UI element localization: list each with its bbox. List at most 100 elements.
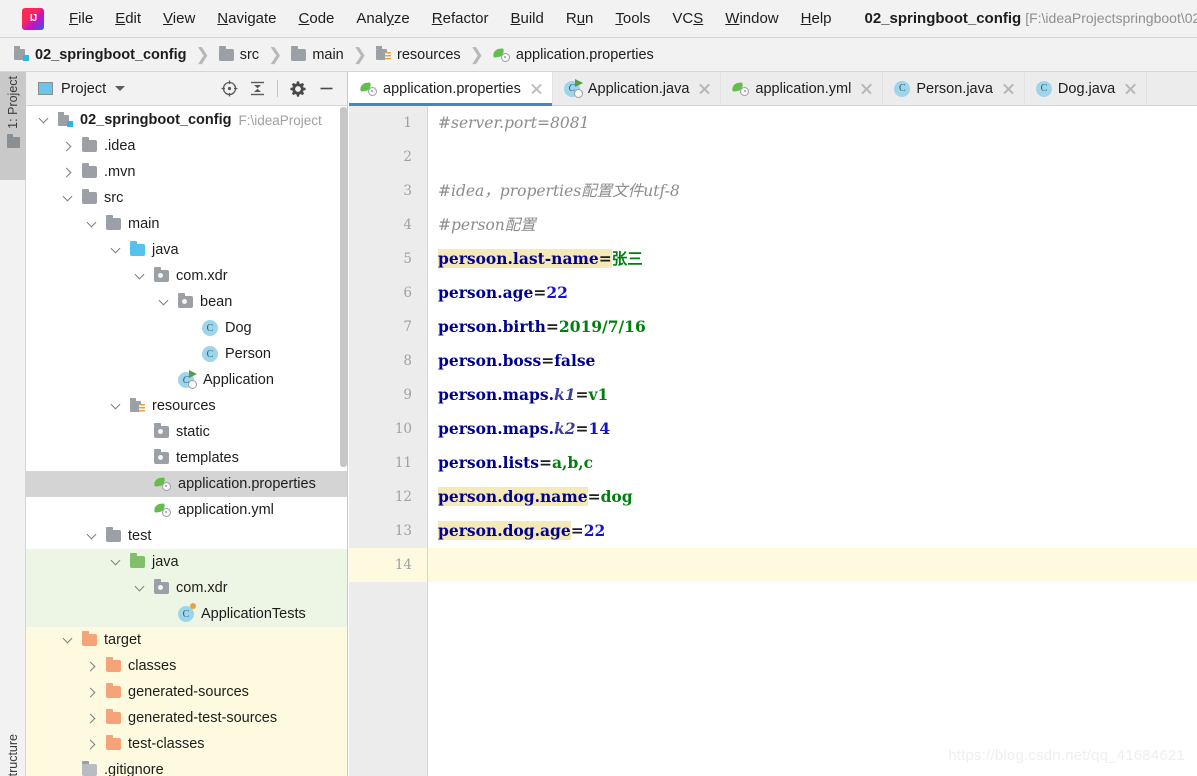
menu-item-window[interactable]: Window xyxy=(714,8,789,29)
breadcrumb-item-resources[interactable]: resources xyxy=(376,46,461,63)
editor-tab-person-java[interactable]: Person.java xyxy=(883,72,1025,105)
code-line[interactable]: person.lists=a,b,c xyxy=(428,446,1197,480)
editor-code-area[interactable]: 1 2 3 4 5 6 7 8 9 10 11 12 13 14 #server.port=8081 #i… xyxy=(349,106,1197,776)
tree-node-test-classes[interactable]: test-classes xyxy=(26,731,347,757)
code-line[interactable] xyxy=(428,140,1197,174)
menu-item-edit[interactable]: Edit xyxy=(104,8,152,29)
tree-node-target[interactable]: target xyxy=(26,627,347,653)
tree-node--idea[interactable]: .idea xyxy=(26,133,347,159)
code-line[interactable]: person.maps.k2=14 xyxy=(428,412,1197,446)
tree-node-static[interactable]: static xyxy=(26,419,347,445)
close-icon[interactable] xyxy=(530,82,543,95)
chevron-down-icon[interactable] xyxy=(115,86,126,91)
menu-item-file[interactable]: File xyxy=(58,8,104,29)
tree-node-generated-sources[interactable]: generated-sources xyxy=(26,679,347,705)
menu-item-vcs[interactable]: VCS xyxy=(661,8,714,29)
tree-node-application-properties[interactable]: application.properties xyxy=(26,471,347,497)
tree-node-com-xdr[interactable]: com.xdr xyxy=(26,575,347,601)
tree-node-resources[interactable]: resources xyxy=(26,393,347,419)
code-line[interactable]: person.boss=false xyxy=(428,344,1197,378)
tree-node-person[interactable]: Person xyxy=(26,341,347,367)
chevron-right-icon[interactable] xyxy=(84,661,99,671)
chevron-down-icon[interactable] xyxy=(60,191,75,202)
chevron-down-icon[interactable] xyxy=(132,581,147,592)
gear-icon[interactable] xyxy=(285,76,311,102)
close-icon[interactable] xyxy=(860,82,873,95)
chevron-right-icon[interactable] xyxy=(84,687,99,697)
tree-node-02-springboot-config[interactable]: 02_springboot_config F:\ideaProject xyxy=(26,107,347,133)
tree-node-java[interactable]: java xyxy=(26,237,347,263)
chevron-down-icon[interactable] xyxy=(108,555,123,566)
chevron-down-icon[interactable] xyxy=(60,633,75,644)
tree-node-application[interactable]: Application xyxy=(26,367,347,393)
tree-node-src[interactable]: src xyxy=(26,185,347,211)
chevron-down-icon[interactable] xyxy=(36,113,51,124)
tree-node-dog[interactable]: Dog xyxy=(26,315,347,341)
breadcrumb-item-02-springboot-config[interactable]: 02_springboot_config xyxy=(14,46,186,63)
tool-window-button-structure[interactable]: 7: Structure xyxy=(0,730,26,776)
tree-node--mvn[interactable]: .mvn xyxy=(26,159,347,185)
chevron-right-icon[interactable] xyxy=(60,167,75,177)
chevron-down-icon[interactable] xyxy=(84,217,99,228)
close-icon[interactable] xyxy=(1124,82,1137,95)
breadcrumb-item-src[interactable]: src xyxy=(218,45,259,63)
editor-tab-application-java[interactable]: Application.java xyxy=(553,72,722,105)
menu-item-code[interactable]: Code xyxy=(288,8,346,29)
tool-window-button-project[interactable]: 1: Project xyxy=(0,72,26,180)
breadcrumb-item-main[interactable]: main xyxy=(291,45,344,63)
menu-item-build[interactable]: Build xyxy=(499,8,554,29)
code-line[interactable]: person.maps.k1=v1 xyxy=(428,378,1197,412)
menu-item-run[interactable]: Run xyxy=(555,8,605,29)
menu-item-navigate[interactable]: Navigate xyxy=(206,8,287,29)
chevron-down-icon[interactable] xyxy=(156,295,171,306)
code-line[interactable]: person.birth=2019/7/16 xyxy=(428,310,1197,344)
chevron-down-icon[interactable] xyxy=(108,399,123,410)
editor-tab-application-yml[interactable]: application.yml xyxy=(721,72,884,105)
editor-tab-dog-java[interactable]: Dog.java xyxy=(1025,72,1148,105)
tree-node-applicationtests[interactable]: ApplicationTests xyxy=(26,601,347,627)
editor-tab-application-properties[interactable]: application.properties xyxy=(349,72,553,106)
tree-node-test[interactable]: test xyxy=(26,523,347,549)
chevron-down-icon[interactable] xyxy=(132,269,147,280)
collapse-all-icon[interactable] xyxy=(244,76,270,102)
code-line[interactable]: person.age=22 xyxy=(428,276,1197,310)
menu-item-help[interactable]: Help xyxy=(790,8,843,29)
close-icon[interactable] xyxy=(1002,82,1015,95)
breadcrumb-item-application-properties[interactable]: application.properties xyxy=(492,47,654,63)
tree-node-classes[interactable]: classes xyxy=(26,653,347,679)
properties-file-icon xyxy=(731,81,750,96)
chevron-down-icon[interactable] xyxy=(108,243,123,254)
menu-item-tools[interactable]: Tools xyxy=(604,8,661,29)
chevron-right-icon[interactable] xyxy=(60,141,75,151)
tree-node-application-yml[interactable]: application.yml xyxy=(26,497,347,523)
minimize-icon[interactable] xyxy=(313,76,339,102)
breadcrumb-separator: ❯ xyxy=(195,44,210,64)
chevron-right-icon[interactable] xyxy=(84,713,99,723)
tree-node-java[interactable]: java xyxy=(26,549,347,575)
project-tree-scrollbar[interactable] xyxy=(340,107,347,467)
tree-node-templates[interactable]: templates xyxy=(26,445,347,471)
close-icon[interactable] xyxy=(698,82,711,95)
tree-node--gitignore[interactable]: .gitignore xyxy=(26,757,347,776)
code-line[interactable]: #person配置 xyxy=(428,208,1197,242)
menu-item-refactor[interactable]: Refactor xyxy=(421,8,500,29)
menu-item-analyze[interactable]: Analyze xyxy=(345,8,420,29)
code-token: #server.port=8081 xyxy=(438,114,590,132)
menu-item-view[interactable]: View xyxy=(152,8,206,29)
editor-text[interactable]: #server.port=8081 #idea，properties配置文件ut… xyxy=(428,106,1197,776)
code-line[interactable]: #server.port=8081 xyxy=(428,106,1197,140)
tree-node-main[interactable]: main xyxy=(26,211,347,237)
project-tree[interactable]: 02_springboot_config F:\ideaProject .idea.… xyxy=(26,107,347,776)
chevron-down-icon[interactable] xyxy=(84,529,99,540)
code-line[interactable] xyxy=(428,548,1197,582)
code-line[interactable]: person.dog.name=dog xyxy=(428,480,1197,514)
chevron-right-icon[interactable] xyxy=(84,739,99,749)
code-line[interactable]: #idea，properties配置文件utf-8 xyxy=(428,174,1197,208)
folder-icon xyxy=(106,215,121,230)
code-line[interactable]: person.dog.age=22 xyxy=(428,514,1197,548)
code-line[interactable]: persoon.last-name=张三 xyxy=(428,242,1197,276)
locate-icon[interactable] xyxy=(216,76,242,102)
tree-node-com-xdr[interactable]: com.xdr xyxy=(26,263,347,289)
tree-node-bean[interactable]: bean xyxy=(26,289,347,315)
tree-node-generated-test-sources[interactable]: generated-test-sources xyxy=(26,705,347,731)
